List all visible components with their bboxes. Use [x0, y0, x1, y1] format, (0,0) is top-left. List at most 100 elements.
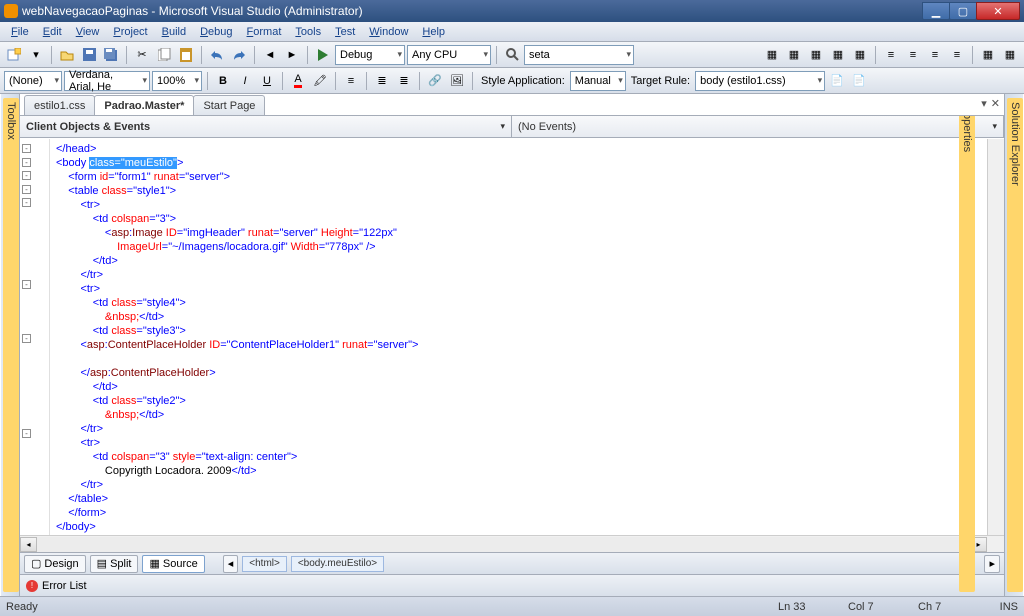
style-app-combo[interactable]: Manual — [570, 71, 626, 91]
menu-edit[interactable]: Edit — [36, 24, 69, 40]
indent-icon[interactable]: ≡ — [903, 45, 923, 65]
doc-tab[interactable]: Padrao.Master* — [94, 95, 194, 115]
gutter: -------- — [20, 139, 50, 535]
save-all-icon[interactable] — [101, 45, 121, 65]
open-icon[interactable] — [57, 45, 77, 65]
zoom-combo[interactable]: 100% — [152, 71, 202, 91]
find-icon[interactable] — [502, 45, 522, 65]
status-ins: INS — [988, 601, 1018, 613]
right-sidebar: Solution Explorer Properties — [1004, 94, 1024, 596]
comment-icon[interactable]: ≡ — [925, 45, 945, 65]
find-combo[interactable]: seta — [524, 45, 634, 65]
breadcrumb-html[interactable]: <html> — [242, 556, 287, 572]
nav-back-icon[interactable]: ◄ — [260, 45, 280, 65]
menu-build[interactable]: Build — [155, 24, 193, 40]
bc-forward-icon[interactable]: ▸ — [984, 555, 1000, 573]
code-area[interactable]: </head><body class="meuEstilo"> <form id… — [50, 139, 987, 535]
platform-combo[interactable]: Any CPU — [407, 45, 491, 65]
tab-close-icon[interactable]: ✕ — [991, 97, 1000, 110]
uncomment-icon[interactable]: ≡ — [947, 45, 967, 65]
menu-debug[interactable]: Debug — [193, 24, 239, 40]
maximize-button[interactable]: ▢ — [949, 2, 977, 20]
italic-icon[interactable]: I — [235, 71, 255, 91]
css-icon[interactable]: 📄 — [827, 71, 847, 91]
tool-icon[interactable]: ▦ — [1000, 45, 1020, 65]
statusbar: Ready Ln 33 Col 7 Ch 7 INS — [0, 596, 1024, 616]
status-ready: Ready — [6, 601, 38, 613]
outdent-icon[interactable]: ≡ — [881, 45, 901, 65]
menu-format[interactable]: Format — [240, 24, 289, 40]
underline-icon[interactable]: U — [257, 71, 277, 91]
backcolor-icon[interactable]: 🖍 — [310, 71, 330, 91]
standard-toolbar: ▾ ✂ ◄ ► Debug Any CPU seta ▦ ▦ ▦ ▦ ▦ ≡ ≡… — [0, 42, 1024, 68]
font-combo[interactable]: Verdana, Arial, He — [64, 71, 150, 91]
css-icon[interactable]: 📄 — [849, 71, 869, 91]
target-rule-combo[interactable]: body (estilo1.css) — [695, 71, 825, 91]
bold-icon[interactable]: B — [213, 71, 233, 91]
image-icon[interactable]: 🖼 — [447, 71, 467, 91]
menubar: FileEditViewProjectBuildDebugFormatTools… — [0, 22, 1024, 42]
nav-forward-icon[interactable]: ► — [282, 45, 302, 65]
tool-icon[interactable]: ▦ — [850, 45, 870, 65]
tab-dropdown-icon[interactable]: ▾ — [981, 97, 987, 110]
menu-file[interactable]: File — [4, 24, 36, 40]
link-icon[interactable]: 🔗 — [425, 71, 445, 91]
tool-icon[interactable]: ▦ — [806, 45, 826, 65]
doc-tab[interactable]: estilo1.css — [24, 95, 95, 115]
app-icon — [4, 4, 18, 18]
error-icon: ! — [26, 580, 38, 592]
source-view-button[interactable]: ▦Source — [142, 555, 204, 573]
bc-back-icon[interactable]: ◂ — [223, 555, 239, 573]
status-line: Ln 33 — [778, 601, 848, 613]
error-list-label: Error List — [42, 580, 87, 592]
format-toolbar: (None) Verdana, Arial, He 100% B I U A 🖍… — [0, 68, 1024, 94]
save-icon[interactable] — [79, 45, 99, 65]
left-sidebar: Toolbox Server Explorer — [0, 94, 20, 596]
status-char: Ch 7 — [918, 601, 988, 613]
forecolor-icon[interactable]: A — [288, 71, 308, 91]
menu-project[interactable]: Project — [106, 24, 154, 40]
minimize-button[interactable]: ▁ — [922, 2, 950, 20]
tag-combo[interactable]: (None) — [4, 71, 62, 91]
status-col: Col 7 — [848, 601, 918, 613]
target-rule-label: Target Rule: — [631, 75, 690, 87]
paste-icon[interactable] — [176, 45, 196, 65]
undo-icon[interactable] — [207, 45, 227, 65]
menu-window[interactable]: Window — [362, 24, 415, 40]
menu-test[interactable]: Test — [328, 24, 362, 40]
toolbox-tab[interactable]: Toolbox — [3, 98, 19, 592]
design-view-button[interactable]: ▢Design — [24, 555, 86, 573]
error-list-tab[interactable]: ! Error List — [20, 574, 1004, 596]
view-bar: ▢Design ▤Split ▦Source ◂ <html> <body.me… — [20, 552, 1004, 574]
doc-tab[interactable]: Start Page — [193, 95, 265, 115]
menu-tools[interactable]: Tools — [288, 24, 328, 40]
add-item-icon[interactable]: ▾ — [26, 45, 46, 65]
tool-icon[interactable]: ▦ — [828, 45, 848, 65]
cut-icon[interactable]: ✂ — [132, 45, 152, 65]
align-icon[interactable]: ≡ — [341, 71, 361, 91]
window-title: webNavegacaoPaginas - Microsoft Visual S… — [22, 4, 923, 18]
solution-explorer-tab[interactable]: Solution Explorer — [1007, 98, 1023, 592]
style-app-label: Style Application: — [481, 75, 565, 87]
copy-icon[interactable] — [154, 45, 174, 65]
close-button[interactable]: ✕ — [976, 2, 1020, 20]
new-project-icon[interactable] — [4, 45, 24, 65]
numbers-icon[interactable]: ≣ — [394, 71, 414, 91]
config-combo[interactable]: Debug — [335, 45, 405, 65]
tool-icon[interactable]: ▦ — [978, 45, 998, 65]
menu-view[interactable]: View — [69, 24, 107, 40]
tool-icon[interactable]: ▦ — [784, 45, 804, 65]
menu-help[interactable]: Help — [415, 24, 452, 40]
tool-icon[interactable]: ▦ — [762, 45, 782, 65]
breadcrumb-body[interactable]: <body.meuEstilo> — [291, 556, 384, 572]
code-editor[interactable]: -------- </head><body class="meuEstilo">… — [20, 138, 1004, 535]
vscrollbar[interactable] — [987, 139, 1004, 535]
bullets-icon[interactable]: ≣ — [372, 71, 392, 91]
object-dropdown[interactable]: Client Objects & Events — [20, 116, 512, 137]
redo-icon[interactable] — [229, 45, 249, 65]
hscrollbar[interactable]: ◂ ▸ — [20, 535, 1004, 552]
events-dropdown[interactable]: (No Events) — [512, 116, 1004, 137]
start-debug-icon[interactable] — [313, 45, 333, 65]
split-view-button[interactable]: ▤Split — [90, 555, 139, 573]
scroll-left-icon[interactable]: ◂ — [20, 537, 37, 552]
